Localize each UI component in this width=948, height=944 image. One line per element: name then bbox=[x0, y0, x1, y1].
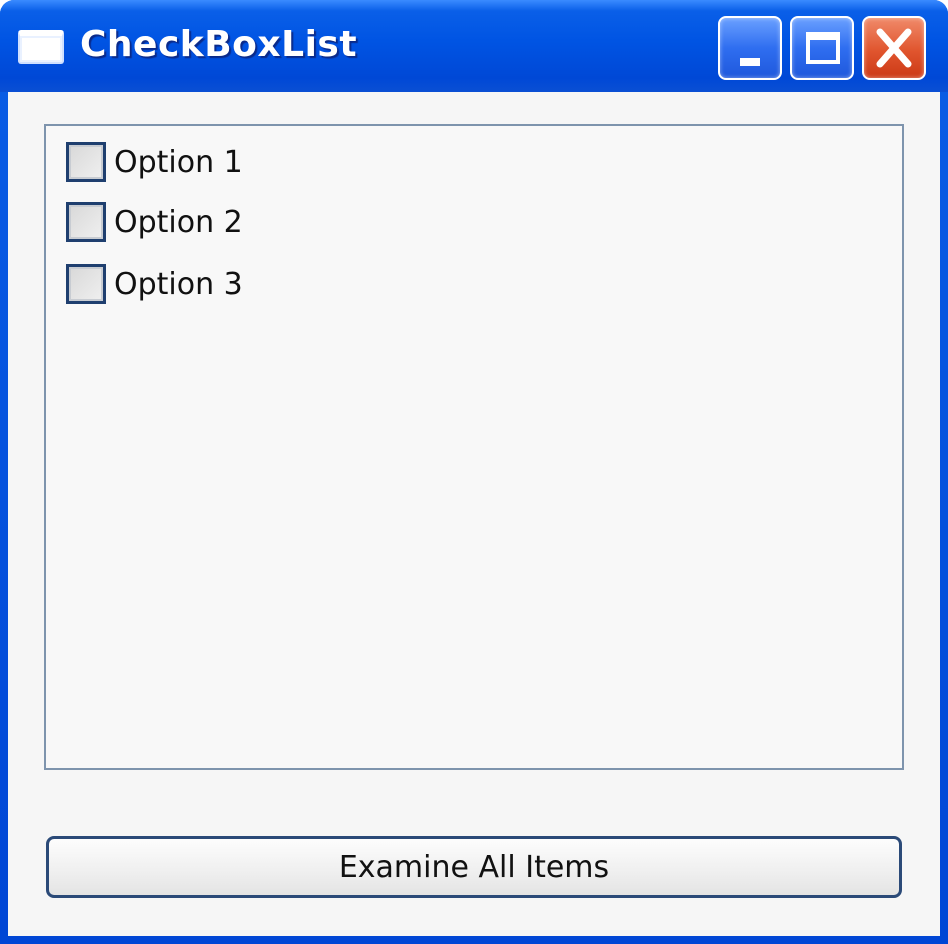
minimize-button[interactable] bbox=[718, 16, 782, 80]
list-item-option-3[interactable]: Option 3 bbox=[66, 262, 243, 306]
window-title: CheckBoxList bbox=[80, 24, 358, 65]
minimize-icon bbox=[740, 58, 760, 66]
option-1-label: Option 1 bbox=[114, 144, 243, 180]
option-3-label: Option 3 bbox=[114, 266, 243, 302]
app-window: CheckBoxList Option 1 Option 2 Option 3 … bbox=[0, 0, 948, 944]
maximize-button[interactable] bbox=[790, 16, 854, 80]
close-button[interactable] bbox=[862, 16, 926, 80]
title-bar[interactable]: CheckBoxList bbox=[0, 0, 948, 92]
checkbox-option-3[interactable] bbox=[66, 264, 106, 304]
window-icon[interactable] bbox=[18, 30, 64, 64]
list-item-option-1[interactable]: Option 1 bbox=[66, 140, 243, 184]
client-area: Option 1 Option 2 Option 3 Examine All I… bbox=[8, 92, 940, 936]
checkbox-list[interactable]: Option 1 Option 2 Option 3 bbox=[44, 124, 904, 770]
examine-all-items-button[interactable]: Examine All Items bbox=[46, 836, 902, 898]
checkbox-option-2[interactable] bbox=[66, 202, 106, 242]
list-item-option-2[interactable]: Option 2 bbox=[66, 200, 243, 244]
close-icon bbox=[876, 28, 912, 68]
checkbox-option-1[interactable] bbox=[66, 142, 106, 182]
option-2-label: Option 2 bbox=[114, 204, 243, 240]
maximize-icon bbox=[806, 32, 840, 64]
